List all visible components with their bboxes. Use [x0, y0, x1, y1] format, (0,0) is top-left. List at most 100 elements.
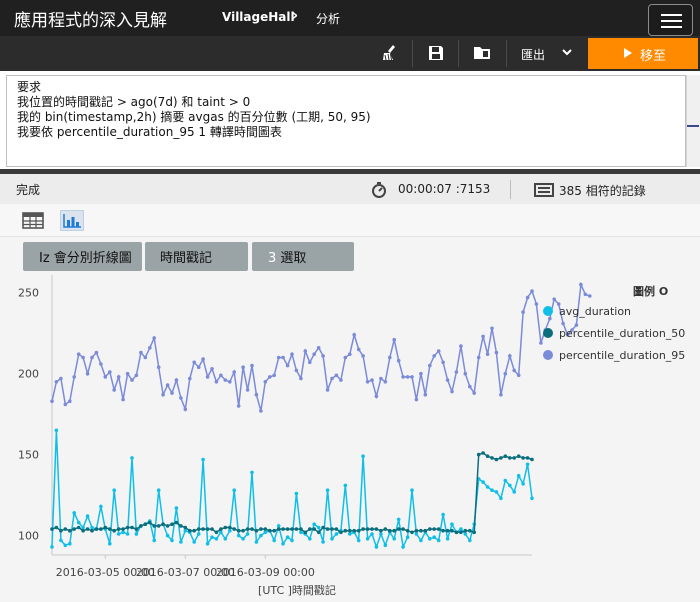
data-point [441, 360, 445, 365]
export-menu-label[interactable]: 匯出 [521, 46, 545, 63]
data-point [299, 527, 303, 531]
breadcrumb-analytics[interactable]: 分析 [316, 10, 340, 27]
data-point [59, 538, 63, 543]
legend-title: 圖例 O [633, 284, 668, 298]
view-switcher [0, 204, 700, 237]
data-point [281, 527, 285, 531]
data-point [490, 326, 494, 331]
data-point [183, 525, 188, 530]
broom-icon[interactable] [380, 43, 400, 63]
data-point [436, 349, 441, 353]
data-point [419, 528, 423, 533]
chart-panel: Iz 會分別折線圖 時間戳記 3 選取 100 150 200 250 2016-03… [0, 237, 700, 602]
data-point [85, 514, 90, 518]
data-point [205, 541, 210, 546]
data-point [143, 522, 148, 526]
data-point [290, 352, 294, 356]
data-point [308, 527, 312, 531]
data-point [334, 373, 339, 378]
hamburger-menu-button[interactable] [648, 4, 693, 36]
data-point [379, 528, 383, 533]
data-point [472, 391, 477, 395]
data-point [365, 380, 370, 384]
data-point [401, 527, 405, 531]
data-point [285, 535, 290, 539]
data-point [272, 538, 277, 543]
data-point [410, 488, 414, 492]
data-point [156, 488, 161, 492]
data-point [396, 527, 401, 531]
data-point [503, 454, 508, 458]
data-point [116, 532, 121, 536]
chevron-down-icon[interactable] [560, 45, 574, 59]
data-point [236, 533, 241, 538]
data-point [352, 333, 357, 337]
data-point [294, 491, 299, 496]
data-point [108, 527, 112, 531]
data-point [214, 537, 219, 541]
data-point [294, 368, 299, 373]
data-point [499, 496, 503, 501]
data-point [130, 525, 134, 530]
data-point [112, 488, 116, 492]
data-point [179, 524, 183, 528]
data-point [339, 530, 343, 535]
data-point [521, 482, 525, 486]
data-point [170, 391, 174, 395]
data-point [99, 504, 103, 509]
legend-swatch [543, 328, 553, 338]
data-point [139, 350, 143, 355]
data-point [116, 375, 121, 379]
table-view-icon[interactable] [22, 212, 44, 229]
data-point [548, 316, 552, 321]
data-point [423, 528, 428, 533]
data-point [503, 478, 508, 483]
query-line[interactable]: 我要依 percentile_duration_95 1 轉譯時間圖表 [17, 123, 282, 140]
save-icon[interactable] [426, 43, 446, 63]
data-point [374, 394, 379, 399]
top-bar: 應用程式的深入見解 VillageHall › 分析 [0, 0, 700, 36]
data-point [50, 545, 54, 549]
data-point [81, 355, 85, 360]
data-point [512, 456, 516, 460]
data-point [428, 527, 432, 531]
legend-item[interactable]: percentile_duration_50 [559, 327, 685, 340]
y-tick-label: 200 [18, 368, 39, 381]
legend-item[interactable]: avg_duration [559, 305, 631, 318]
data-point [276, 524, 281, 528]
data-point [241, 365, 245, 369]
query-editor[interactable]: 要求 我位置的時間戳記 > ago(7d) 和 taint > 0 我的 bin… [6, 75, 686, 167]
data-point [401, 545, 405, 549]
menu-bar-icon [661, 20, 682, 22]
data-point [54, 428, 59, 433]
data-point [85, 527, 90, 531]
play-icon [624, 48, 632, 58]
data-point [468, 528, 472, 533]
data-point [330, 376, 334, 381]
x-axis: 2016-03-05 00:002016-03-07 00:002016-03-… [56, 555, 336, 597]
data-point [152, 524, 156, 528]
data-point [281, 541, 285, 546]
x-axis-title: [UTC ]時間戳記 [258, 583, 336, 597]
data-point [361, 354, 365, 358]
y-axis: 100 150 200 250 [18, 287, 39, 543]
breadcrumb-app[interactable]: VillageHall [222, 10, 295, 24]
data-point [130, 456, 134, 460]
data-point [108, 541, 112, 546]
data-point [174, 506, 179, 510]
legend-item[interactable]: percentile_duration_95 [559, 349, 685, 362]
data-point [348, 528, 352, 533]
goto-button[interactable]: 移至 [588, 38, 698, 69]
data-point [59, 528, 63, 533]
data-point [450, 522, 454, 526]
data-point [183, 528, 188, 533]
data-point [410, 530, 414, 535]
data-point [499, 392, 503, 397]
chart-view-button[interactable] [60, 210, 84, 231]
data-point [512, 368, 516, 373]
data-point [552, 297, 556, 301]
editor-scrollbar[interactable] [686, 75, 700, 167]
open-folder-icon[interactable] [472, 43, 492, 63]
data-point [325, 388, 330, 392]
y-tick-label: 250 [18, 287, 39, 300]
